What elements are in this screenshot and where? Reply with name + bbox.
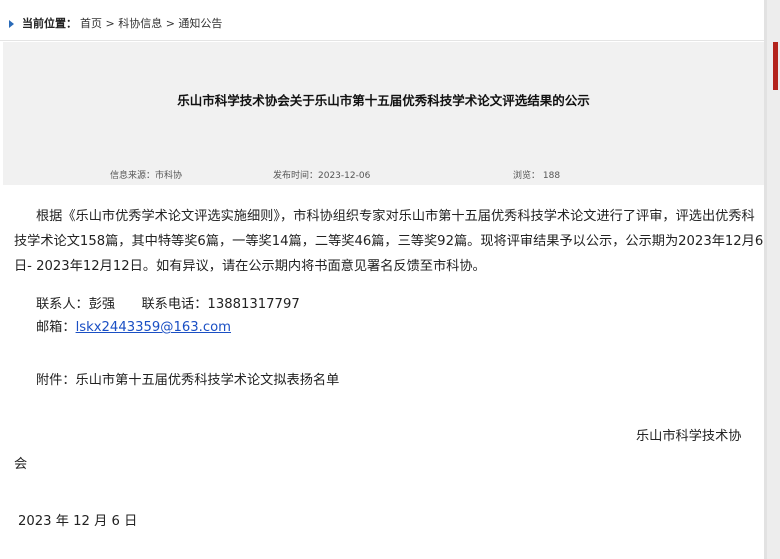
- publish-date: 发布时间：2023-12-06: [273, 171, 371, 181]
- breadcrumb-arrow-icon: [9, 20, 14, 28]
- email-label: 邮箱：: [36, 320, 76, 335]
- contact-line: 联系人：彭强 联系电话：13881317797: [36, 297, 300, 312]
- email-line: 邮箱：lskx2443359@163.com: [36, 316, 231, 335]
- scrollbar-track[interactable]: [764, 0, 780, 559]
- attachment-line: 附件：乐山市第十五届优秀科技学术论文拟表扬名单: [36, 373, 340, 388]
- scrollbar-edge: [764, 0, 767, 559]
- breadcrumb-label: 当前位置：: [22, 17, 77, 30]
- breadcrumb-bar: 当前位置： 首页 > 科协信息 > 通知公告: [0, 10, 764, 41]
- signature-date: 2023 年 12 月 6 日: [18, 514, 138, 529]
- email-link[interactable]: lskx2443359@163.com: [76, 320, 231, 335]
- page-title: 乐山市科学技术协会关于乐山市第十五届优秀科技学术论文评选结果的公示: [177, 93, 590, 108]
- side-accent-tab: [773, 42, 778, 90]
- view-count: 浏览： 188: [513, 171, 561, 181]
- info-source: 信息来源：市科协: [110, 171, 183, 181]
- signature-organization: 乐山市科学技术协: [636, 429, 742, 444]
- breadcrumb[interactable]: 首页 > 科协信息 > 通知公告: [80, 10, 222, 38]
- signature-organization-cont: 会: [14, 457, 28, 472]
- announcement-paragraph: 根据《乐山市优秀学术论文评选实施细则》，市科协组织专家对乐山市第十五届优秀科技学…: [14, 209, 764, 274]
- article-header: 乐山市科学技术协会关于乐山市第十五届优秀科技学术论文评选结果的公示 信息来源：市…: [3, 42, 764, 185]
